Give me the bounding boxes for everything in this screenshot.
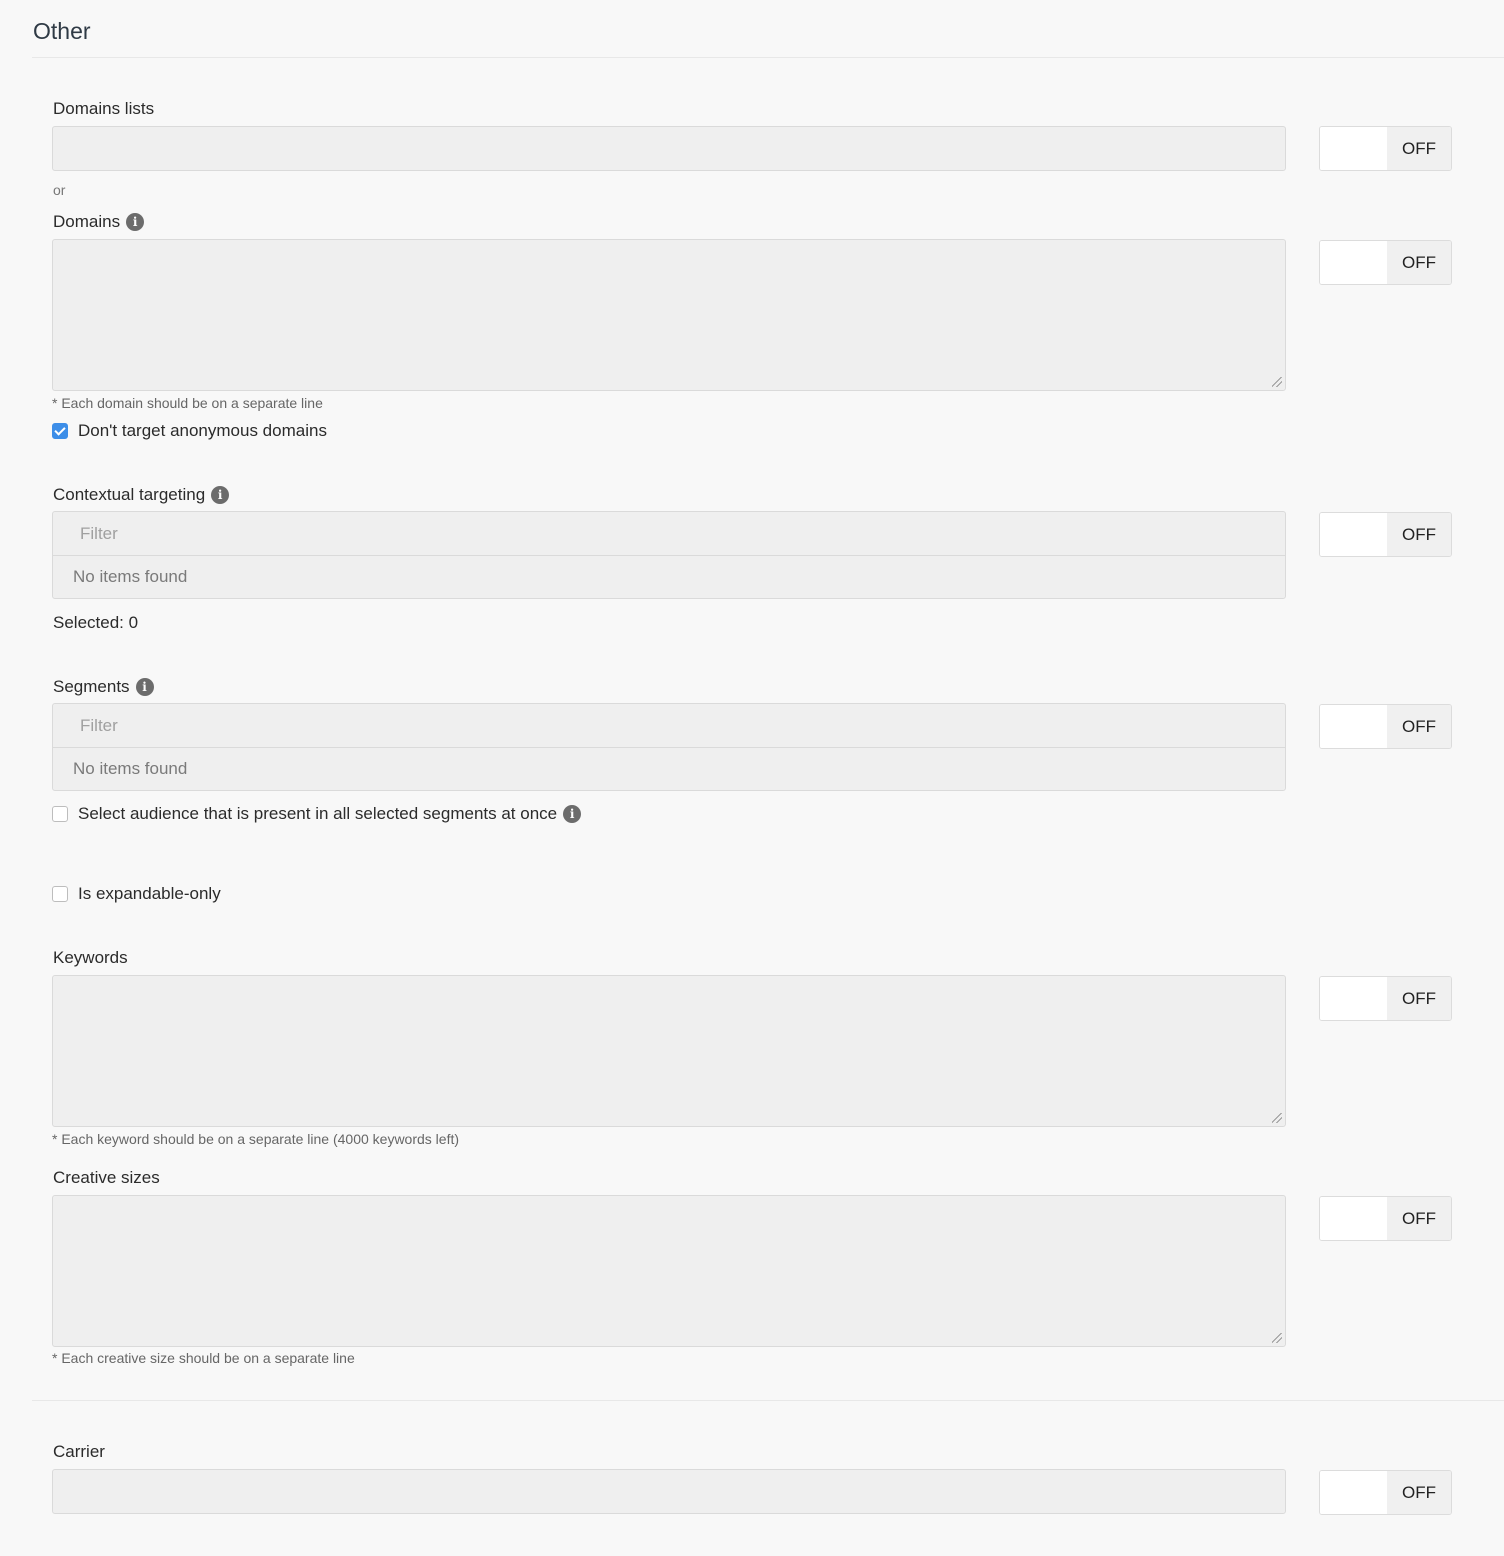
toggle-state: OFF (1387, 1471, 1451, 1514)
contextual-targeting-listbox: Filter No items found (52, 511, 1286, 599)
keywords-hint: * Each keyword should be on a separate l… (52, 1131, 460, 1147)
segments-label: Segments i (53, 677, 154, 697)
domains-toggle[interactable]: OFF (1319, 240, 1452, 285)
toggle-state: OFF (1387, 241, 1451, 284)
info-icon[interactable]: i (135, 678, 154, 696)
segments-listbox: Filter No items found (52, 703, 1286, 791)
contextual-empty-message: No items found (73, 567, 188, 586)
keywords-toggle[interactable]: OFF (1319, 976, 1452, 1021)
creative-sizes-hint: * Each creative size should be on a sepa… (52, 1350, 355, 1366)
domains-lists-label: Domains lists (53, 99, 155, 118)
contextual-targeting-label: Contextual targeting i (53, 485, 230, 505)
expandable-only-checkbox[interactable] (52, 886, 68, 902)
segments-empty-message: No items found (73, 759, 188, 778)
domains-lists-input[interactable] (52, 126, 1286, 171)
anonymous-domains-label: Don't target anonymous domains (78, 421, 327, 440)
toggle-state: OFF (1387, 977, 1451, 1020)
resize-grip-icon[interactable] (1272, 377, 1282, 387)
domains-textarea[interactable] (52, 239, 1286, 391)
keywords-textarea[interactable] (52, 975, 1286, 1127)
domains-hint: * Each domain should be on a separate li… (52, 395, 323, 411)
toggle-knob (1320, 1471, 1387, 1514)
segments-filter-input[interactable]: Filter (53, 704, 1285, 748)
section-divider (32, 1400, 1504, 1401)
info-icon[interactable]: i (563, 805, 582, 823)
domains-label: Domains i (53, 212, 145, 232)
or-separator: or (53, 182, 66, 198)
anonymous-domains-checkbox[interactable] (52, 423, 68, 439)
section-title: Other (33, 18, 91, 44)
carrier-label: Carrier (53, 1442, 105, 1461)
toggle-knob (1320, 1197, 1387, 1240)
domains-lists-toggle[interactable]: OFF (1319, 126, 1452, 171)
segments-intersection-checkbox[interactable] (52, 806, 68, 822)
carrier-input[interactable] (52, 1469, 1286, 1514)
toggle-state: OFF (1387, 127, 1451, 170)
expandable-only-label: Is expandable-only (78, 884, 221, 903)
resize-grip-icon[interactable] (1272, 1333, 1282, 1343)
segments-toggle[interactable]: OFF (1319, 704, 1452, 749)
toggle-knob (1320, 127, 1387, 170)
section-divider (32, 57, 1504, 58)
toggle-state: OFF (1387, 1197, 1451, 1240)
creative-sizes-textarea[interactable] (52, 1195, 1286, 1347)
expandable-only-row[interactable]: Is expandable-only (52, 884, 221, 904)
toggle-state: OFF (1387, 513, 1451, 556)
anonymous-domains-checkbox-row[interactable]: Don't target anonymous domains (52, 421, 327, 441)
toggle-knob (1320, 977, 1387, 1020)
contextual-filter-input[interactable]: Filter (53, 512, 1285, 556)
creative-sizes-label: Creative sizes (53, 1168, 160, 1187)
keywords-label: Keywords (53, 948, 128, 967)
segments-intersection-row[interactable]: Select audience that is present in all s… (52, 804, 582, 824)
info-icon[interactable]: i (126, 213, 145, 231)
carrier-toggle[interactable]: OFF (1319, 1470, 1452, 1515)
contextual-targeting-toggle[interactable]: OFF (1319, 512, 1452, 557)
contextual-selected-count: Selected: 0 (53, 613, 139, 632)
info-icon[interactable]: i (211, 486, 230, 504)
toggle-state: OFF (1387, 705, 1451, 748)
toggle-knob (1320, 705, 1387, 748)
toggle-knob (1320, 241, 1387, 284)
segments-intersection-label: Select audience that is present in all s… (78, 804, 558, 823)
creative-sizes-toggle[interactable]: OFF (1319, 1196, 1452, 1241)
resize-grip-icon[interactable] (1272, 1113, 1282, 1123)
toggle-knob (1320, 513, 1387, 556)
